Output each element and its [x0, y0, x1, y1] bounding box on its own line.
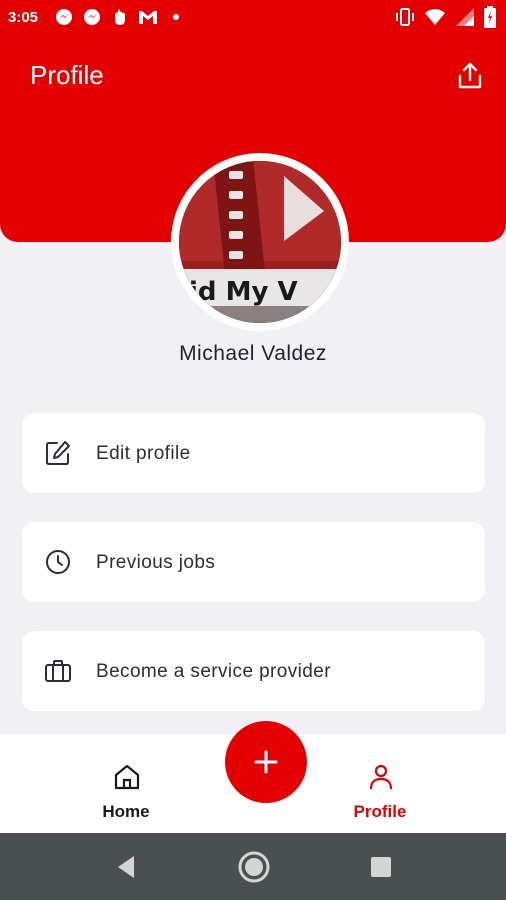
gmail-icon — [138, 7, 158, 27]
signal-icon — [454, 6, 476, 32]
nav-profile[interactable]: Profile — [320, 734, 440, 833]
home-system-button[interactable] — [237, 850, 271, 884]
wifi-icon — [424, 8, 446, 30]
profile-name: Michael Valdez — [179, 342, 327, 365]
nav-profile-label: Profile — [353, 802, 407, 821]
avatar-caption: id My V — [189, 277, 298, 307]
briefcase-icon — [44, 657, 72, 685]
person-icon — [366, 762, 396, 792]
menu-item-previous-jobs[interactable]: Previous jobs — [22, 522, 485, 602]
menu-item-label: Become a service provider — [96, 661, 331, 682]
messenger-icon — [82, 7, 102, 27]
messenger-icon — [54, 7, 74, 27]
avatar-image: id My V — [179, 161, 341, 323]
battery-icon — [484, 6, 496, 32]
recents-button[interactable] — [369, 855, 393, 879]
nav-home[interactable]: Home — [66, 734, 186, 833]
share-button[interactable] — [454, 60, 486, 92]
system-nav-bar — [0, 833, 506, 900]
home-circle-icon — [238, 851, 270, 883]
hand-icon — [110, 7, 130, 27]
vibrate-icon — [394, 7, 416, 31]
back-button[interactable] — [112, 853, 140, 881]
status-bar: 3:05 — [0, 0, 506, 36]
menu-item-edit-profile[interactable]: Edit profile — [22, 413, 485, 493]
clock-icon — [44, 548, 72, 576]
menu-item-label: Previous jobs — [96, 552, 216, 573]
share-icon — [458, 62, 482, 89]
menu-item-label: Edit profile — [96, 443, 191, 464]
add-button[interactable] — [225, 721, 307, 803]
status-time: 3:05 — [8, 9, 39, 26]
home-icon — [112, 762, 142, 792]
menu-item-become-provider[interactable]: Become a service provider — [22, 631, 485, 711]
plus-icon — [254, 750, 278, 774]
edit-icon — [44, 439, 72, 467]
recents-icon — [371, 857, 391, 877]
page-title: Profile — [30, 60, 104, 90]
back-icon — [118, 856, 134, 878]
nav-home-label: Home — [102, 802, 150, 821]
avatar[interactable]: id My V — [171, 153, 349, 331]
dot-icon — [166, 7, 186, 27]
